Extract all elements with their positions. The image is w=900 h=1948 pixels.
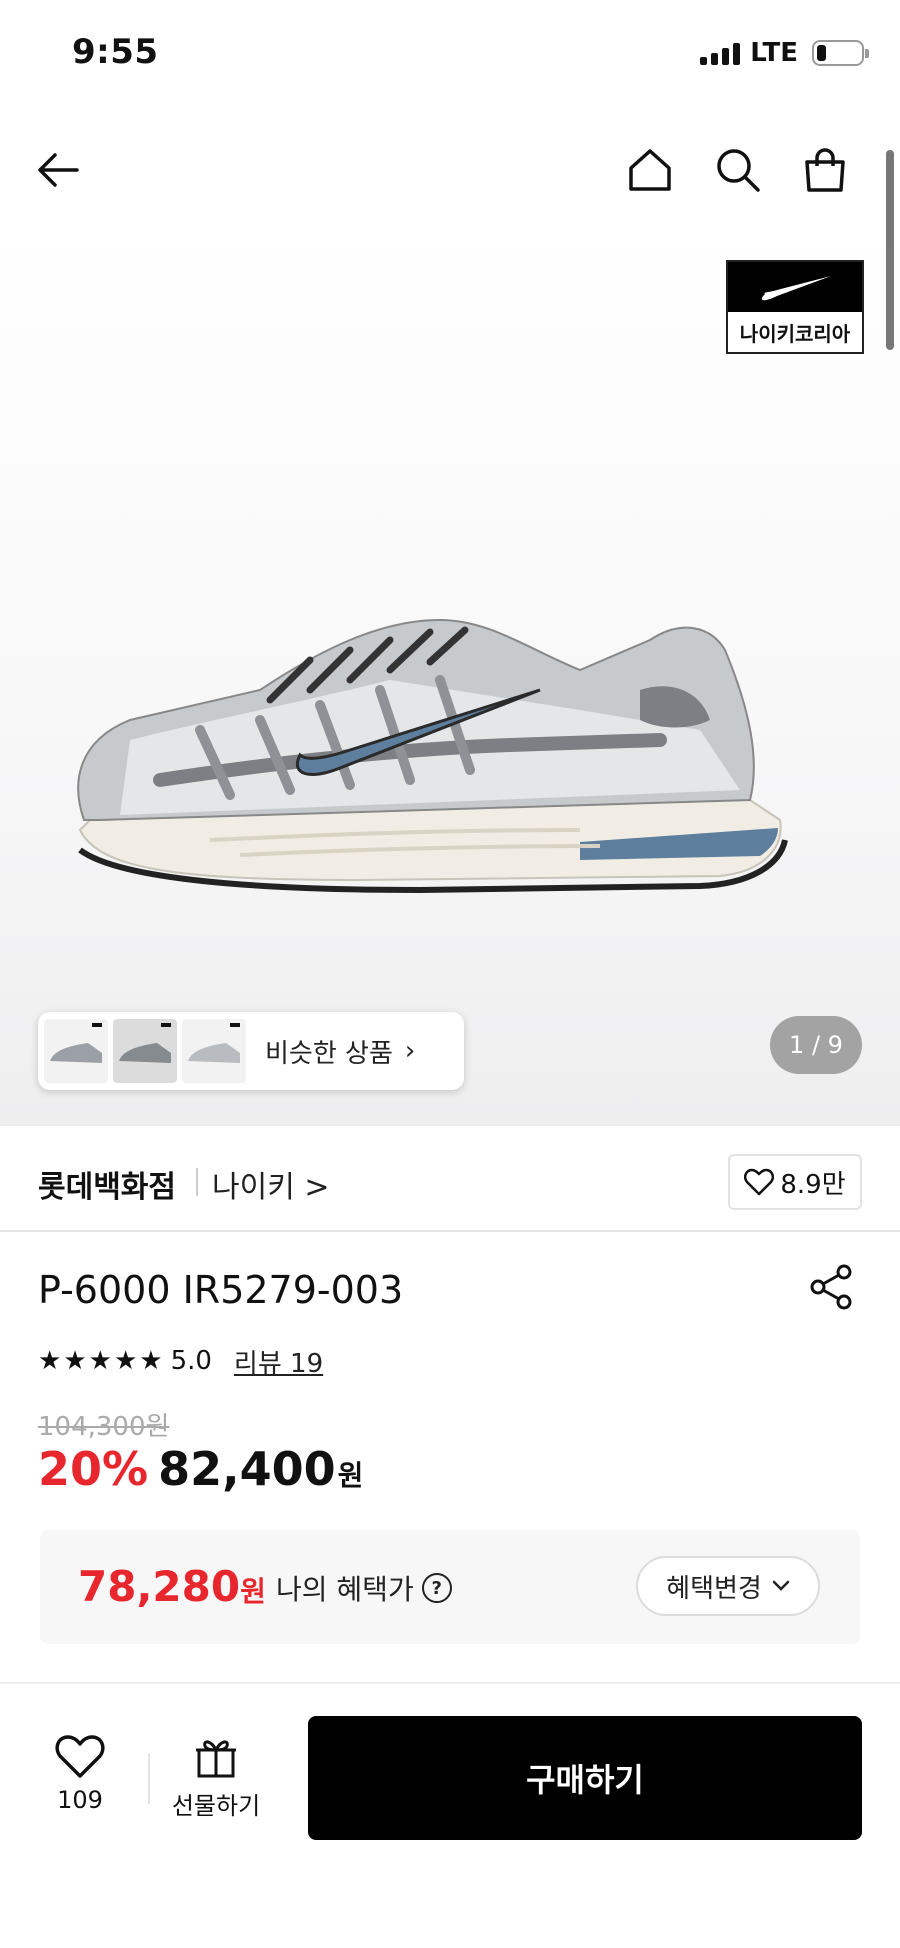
- price-row: 20% 82,400 원: [38, 1442, 363, 1496]
- store-like-count: 8.9만: [780, 1169, 846, 1200]
- store-name[interactable]: 롯데백화점: [38, 1162, 176, 1206]
- change-benefit-button[interactable]: 혜택변경: [636, 1556, 820, 1616]
- chevron-down-icon: [772, 1580, 790, 1591]
- chevron-right-icon: ›: [404, 1036, 416, 1066]
- scrollbar[interactable]: [886, 150, 894, 350]
- benefit-label: 나의 혜택가: [276, 1573, 414, 1606]
- sale-price: 82,400: [158, 1442, 336, 1496]
- similar-products-label: 비슷한 상품: [265, 1038, 393, 1069]
- product-image-carousel[interactable]: 나이키코리아 비슷한 상품 › 1 / 9: [0, 220, 900, 1126]
- divider: [196, 1168, 198, 1196]
- star-icon: ★: [88, 1346, 112, 1376]
- network-label: LTE: [750, 38, 798, 68]
- benefit-price-box: 78,280원 나의 혜택가 ? 혜택변경: [40, 1530, 860, 1644]
- similar-thumb[interactable]: [113, 1019, 177, 1083]
- brand-badge-label: 나이키코리아: [739, 321, 851, 346]
- signal-icon: [700, 41, 741, 65]
- star-icon: ★: [139, 1346, 163, 1376]
- currency-unit: 원: [337, 1459, 364, 1492]
- home-icon[interactable]: [622, 142, 678, 198]
- heart-icon: [744, 1168, 775, 1196]
- buy-button[interactable]: 구매하기: [308, 1716, 862, 1840]
- wishlist-count: 109: [57, 1786, 103, 1814]
- star-icon: ★: [113, 1346, 138, 1376]
- similar-thumb[interactable]: [44, 1019, 108, 1083]
- similar-products-button[interactable]: 비슷한 상품 ›: [38, 1012, 464, 1090]
- product-title: P-6000 IR5279-003: [38, 1268, 404, 1312]
- gift-label: 선물하기: [171, 1792, 261, 1820]
- divider: [148, 1754, 150, 1804]
- rating-row: ★ ★ ★ ★ ★ 5.0 리뷰 19: [38, 1343, 323, 1380]
- battery-icon: [812, 40, 869, 66]
- store-row: 롯데백화점 나이키 > 8.9만: [0, 1126, 900, 1232]
- star-rating: ★ ★ ★ ★ ★: [38, 1348, 163, 1374]
- brand-link[interactable]: 나이키 >: [212, 1162, 329, 1206]
- shopping-bag-icon[interactable]: [797, 142, 853, 198]
- bottom-action-bar: 109 선물하기 구매하기: [0, 1682, 900, 1948]
- gift-icon: [196, 1740, 236, 1778]
- back-arrow-icon[interactable]: [30, 142, 86, 198]
- battery-level: [817, 45, 826, 61]
- brand-badge: 나이키코리아: [726, 260, 864, 354]
- status-time: 9:55: [72, 32, 159, 72]
- rating-value: 5.0: [170, 1346, 212, 1376]
- star-icon: ★: [38, 1346, 62, 1376]
- share-icon[interactable]: [806, 1262, 856, 1312]
- heart-icon: [55, 1735, 105, 1778]
- similar-thumb[interactable]: [182, 1019, 246, 1083]
- star-icon: ★: [63, 1346, 87, 1376]
- swoosh-logo-icon: [728, 262, 862, 312]
- gift-button[interactable]: 선물하기: [166, 1734, 266, 1834]
- benefit-currency: 원: [240, 1575, 266, 1608]
- benefit-price: 78,280원: [78, 1562, 266, 1611]
- image-page-indicator: 1 / 9: [770, 1016, 862, 1074]
- product-image: [77, 618, 788, 894]
- benefit-label-row: 나의 혜택가 ?: [276, 1568, 452, 1608]
- store-like-button[interactable]: 8.9만: [728, 1154, 862, 1210]
- wishlist-button[interactable]: 109: [40, 1734, 120, 1834]
- original-price: 104,300원: [38, 1412, 170, 1442]
- help-icon[interactable]: ?: [421, 1573, 452, 1603]
- benefit-price-value: 78,280: [78, 1562, 241, 1611]
- status-icons: LTE: [700, 38, 869, 68]
- status-bar: 9:55 LTE: [0, 0, 900, 110]
- search-icon[interactable]: [710, 142, 766, 198]
- change-benefit-label: 혜택변경: [666, 1573, 762, 1604]
- review-link[interactable]: 리뷰 19: [234, 1343, 323, 1380]
- top-nav: [0, 120, 900, 220]
- discount-rate: 20%: [38, 1442, 149, 1496]
